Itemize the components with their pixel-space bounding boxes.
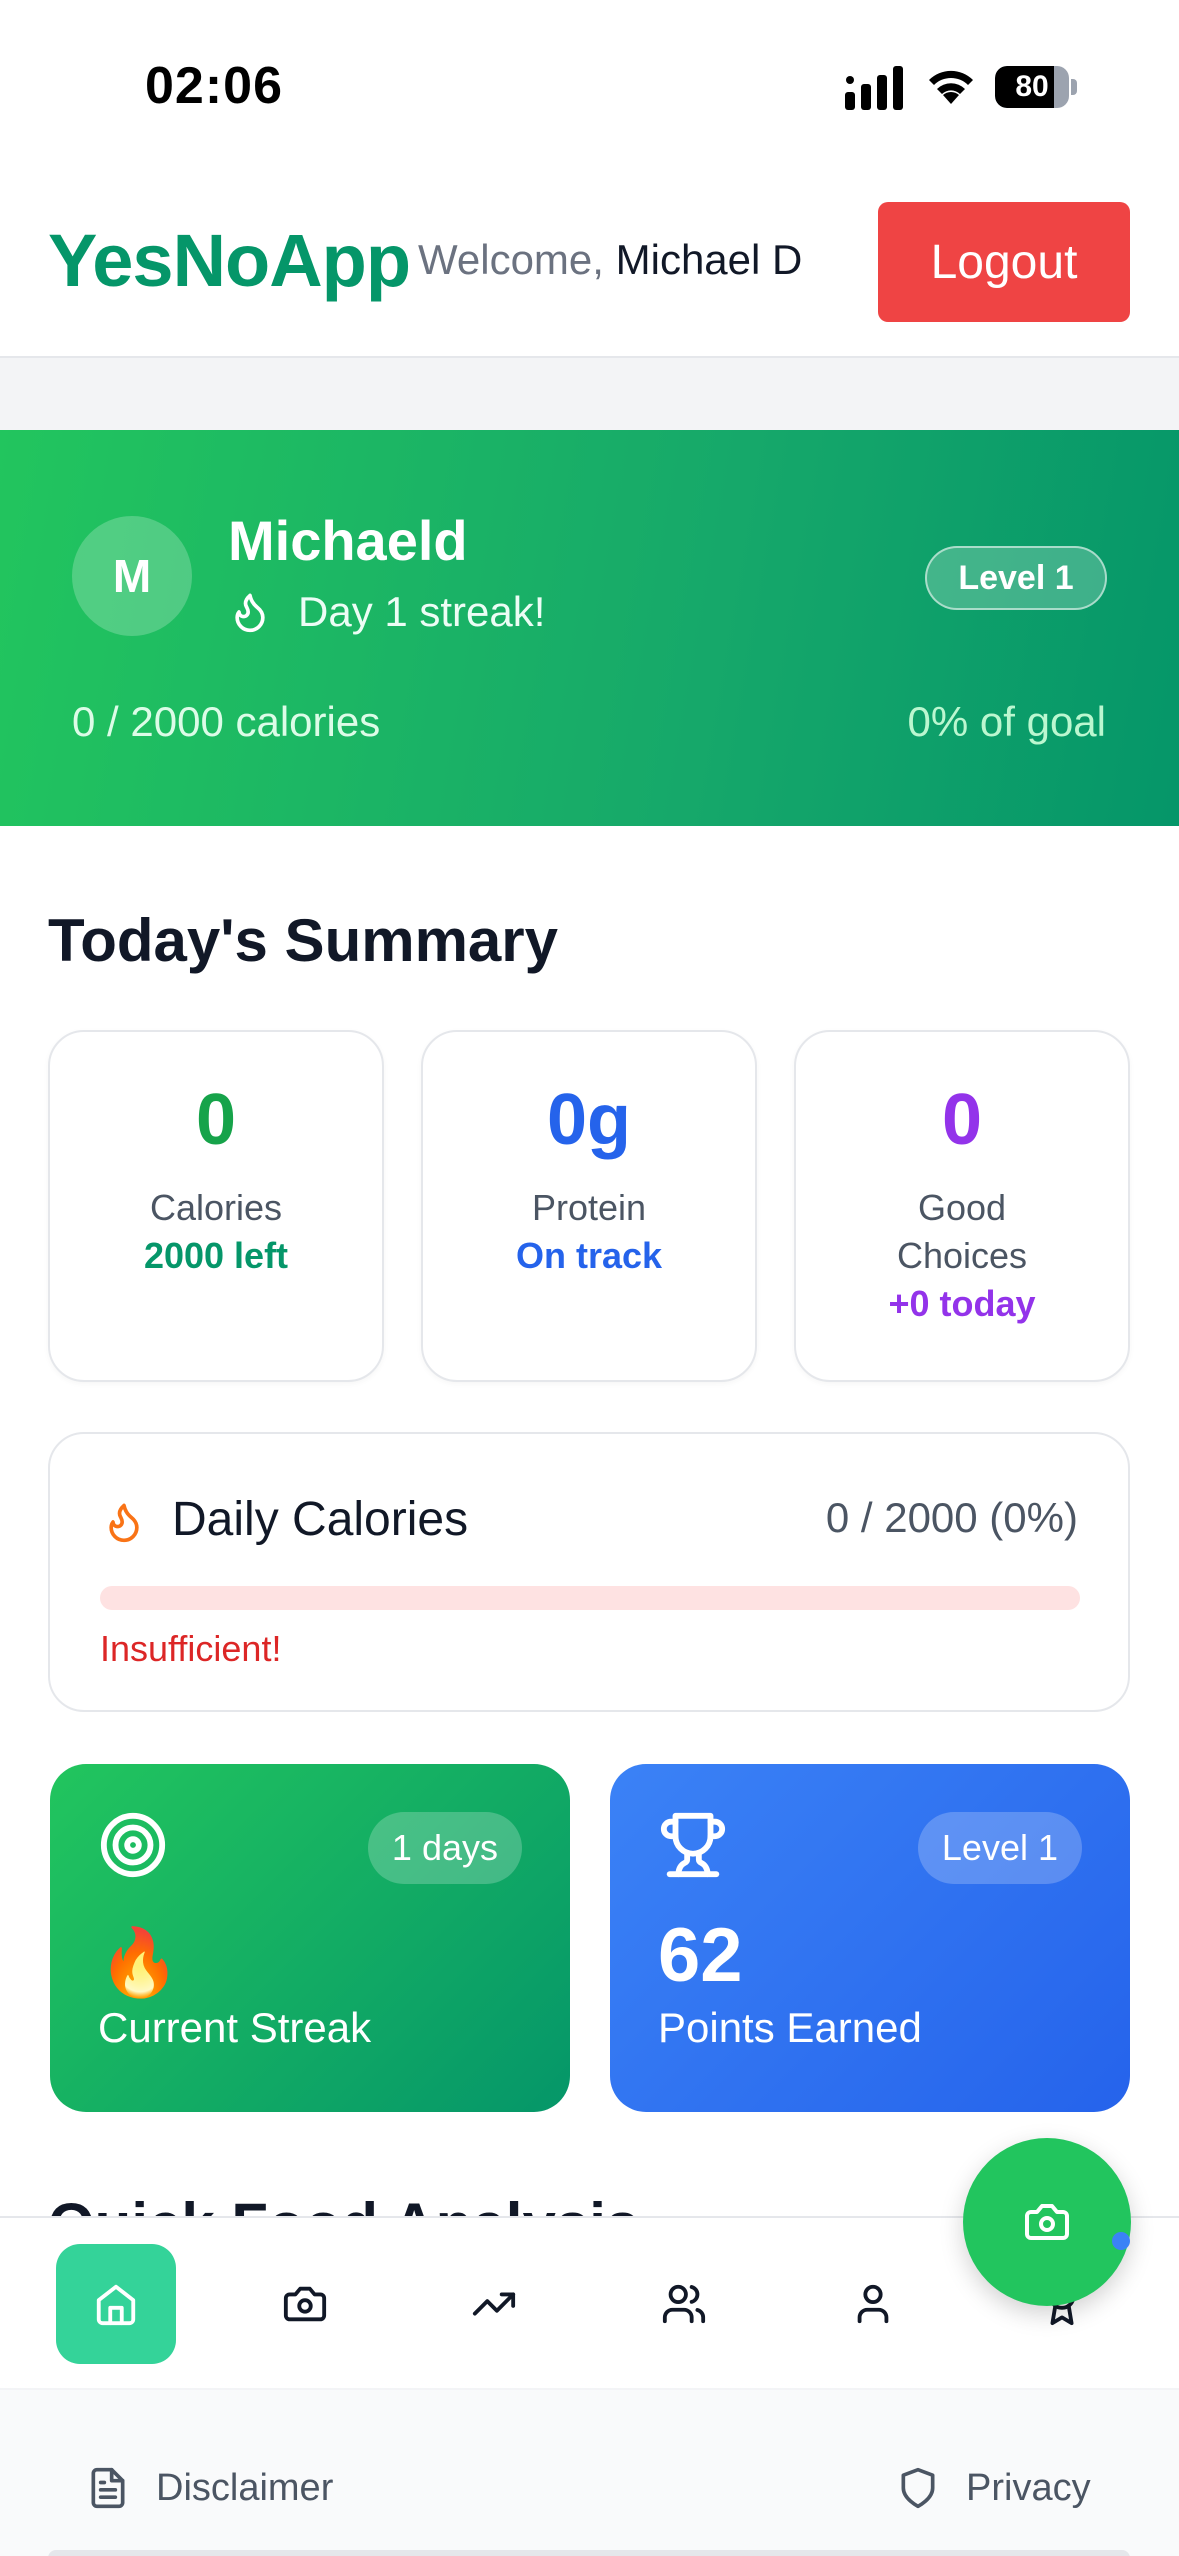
level-badge: Level 1 (925, 546, 1107, 610)
calories-status: Insufficient! (100, 1628, 282, 1669)
good-choices-label: Good Choices (896, 1187, 1028, 1276)
trending-up-icon (472, 2292, 516, 2316)
calories-value: 0 (195, 1080, 237, 1160)
protein-status: On track (515, 1235, 663, 1276)
nav-home[interactable] (56, 2244, 176, 2364)
scan-food-fab[interactable] (963, 2138, 1131, 2306)
user-icon (857, 2284, 889, 2324)
current-streak-tile[interactable]: 1 days 🔥 Current Streak (50, 1764, 570, 2112)
profile-hero: M Michaeld Day 1 streak! Level 1 0 / 200… (0, 430, 1179, 826)
points-value: 62 (658, 1913, 743, 1998)
camera-icon (1025, 2204, 1069, 2240)
status-time: 02:06 (145, 57, 283, 115)
flame-icon (235, 593, 265, 633)
privacy-label: Privacy (966, 2466, 1091, 2509)
good-choices-card[interactable]: 0 Good Choices +0 today (794, 1030, 1130, 1382)
protein-label: Protein (531, 1187, 647, 1228)
cellular-signal-icon (845, 66, 903, 110)
current-streak-label: Current Streak (98, 2004, 372, 2051)
app-header: YesNoApp Welcome, Michael D Logout (0, 170, 1179, 358)
status-bar: 02:06 80 (0, 0, 1179, 170)
good-choices-value: 0 (941, 1080, 983, 1160)
welcome-prefix: Welcome, (418, 236, 604, 283)
users-icon (662, 2284, 706, 2324)
points-level-badge: Level 1 (917, 1812, 1082, 1884)
points-earned-tile[interactable]: Level 1 62 Points Earned (610, 1764, 1130, 2112)
battery-level: 80 (1015, 70, 1049, 103)
wifi-icon (929, 70, 973, 104)
home-icon (96, 2284, 136, 2326)
main-content: Today's Summary 0 Calories 2000 left 0g … (0, 826, 1179, 2216)
camera-icon (283, 2286, 327, 2322)
disclaimer-link[interactable]: Disclaimer (86, 2464, 333, 2512)
calories-progress-text: 0 / 2000 calories (72, 698, 381, 745)
calories-progress-bar (100, 1586, 1080, 1610)
privacy-link[interactable]: Privacy (896, 2464, 1091, 2512)
footer: Disclaimer Privacy (0, 2388, 1179, 2556)
profile-name: Michaeld (228, 509, 468, 572)
calories-label: Calories (149, 1187, 283, 1228)
protein-value: 0g (546, 1080, 632, 1160)
summary-title: Today's Summary (48, 907, 558, 974)
streak-indicator: Day 1 streak! (228, 588, 545, 636)
target-icon (100, 1812, 166, 1878)
document-icon (91, 2467, 125, 2509)
daily-calories-title: Daily Calories (172, 1493, 469, 1546)
nav-community[interactable] (624, 2244, 744, 2364)
battery-icon: 80 (995, 66, 1077, 108)
points-earned-label: Points Earned (658, 2004, 922, 2051)
daily-calories-card: Daily Calories 0 / 2000 (0%) Insufficien… (48, 1432, 1130, 1712)
streak-text: Day 1 streak! (298, 588, 546, 635)
shield-icon (901, 2467, 935, 2509)
avatar[interactable]: M (72, 516, 192, 636)
welcome-message: Welcome, Michael D (418, 236, 802, 284)
nav-camera[interactable] (245, 2244, 365, 2364)
good-choices-today: +0 today (888, 1283, 1036, 1324)
disclaimer-label: Disclaimer (156, 2466, 334, 2509)
nav-profile[interactable] (813, 2244, 933, 2364)
notification-dot (1112, 2232, 1130, 2250)
welcome-user-name: Michael D (615, 236, 803, 283)
app-logo[interactable]: YesNoApp (48, 218, 411, 303)
calories-card[interactable]: 0 Calories 2000 left (48, 1030, 384, 1382)
trophy-icon (660, 1812, 726, 1878)
nav-progress[interactable] (434, 2244, 554, 2364)
goal-percent-text: 0% of goal (907, 698, 1106, 745)
daily-calories-value: 0 / 2000 (0%) (825, 1494, 1078, 1541)
footer-divider (48, 2550, 1130, 2556)
logout-button[interactable]: Logout (878, 202, 1130, 322)
fire-emoji: 🔥 (98, 1925, 181, 1999)
calories-remaining: 2000 left (143, 1235, 289, 1276)
flame-icon (109, 1503, 139, 1543)
protein-card[interactable]: 0g Protein On track (421, 1030, 757, 1382)
quick-food-analysis-title: Quick Food Analysis (48, 2190, 639, 2216)
streak-days-badge: 1 days (367, 1812, 522, 1884)
